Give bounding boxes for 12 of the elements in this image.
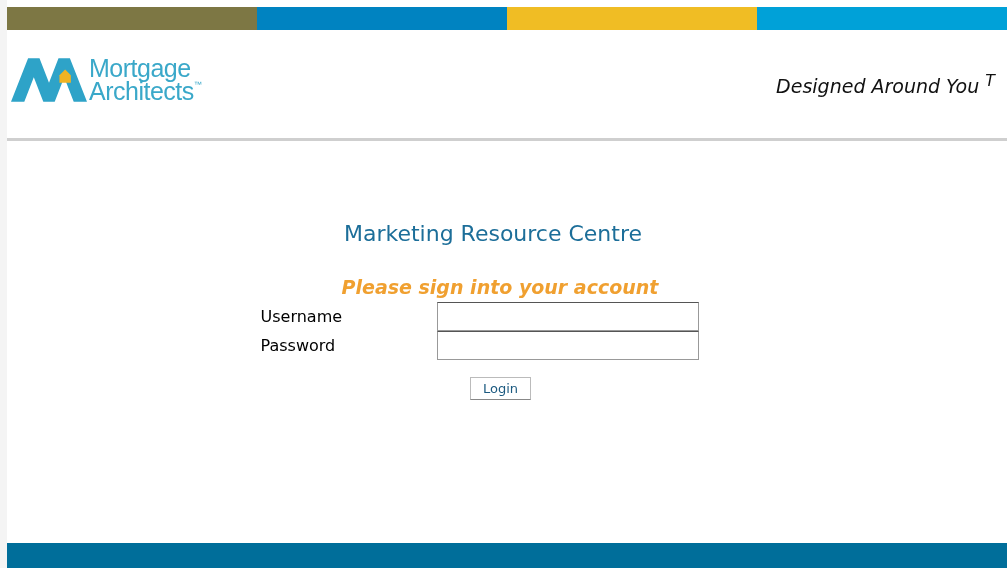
trademark-mark: ™ xyxy=(193,80,202,89)
sign-in-prompt: Please sign into your account xyxy=(341,276,659,298)
field-label: Password xyxy=(260,336,337,355)
logo-text: Architects xyxy=(89,80,194,103)
login-button[interactable]: Login xyxy=(469,377,532,400)
logo-text: Mortgage xyxy=(89,57,191,80)
field-label: Username xyxy=(260,307,344,326)
page-title: Marketing Resource Centre xyxy=(343,221,643,246)
tagline: Designed Around You $^{T}$ xyxy=(776,70,995,98)
input-field[interactable] xyxy=(436,302,699,331)
input-field[interactable] xyxy=(436,331,699,360)
logo-icon xyxy=(11,56,87,104)
